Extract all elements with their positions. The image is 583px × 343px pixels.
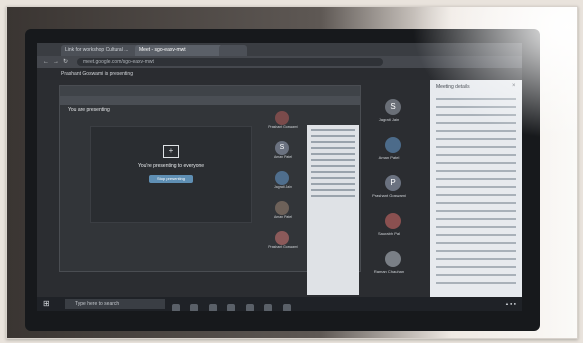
- file-explorer-icon[interactable]: [208, 304, 217, 311]
- task-view-icon[interactable]: [172, 304, 180, 311]
- store-icon[interactable]: [227, 304, 236, 311]
- participant-tile[interactable]: Aman Patel: [369, 137, 419, 177]
- participant-name: Prashant Goswami: [372, 193, 406, 198]
- browser-tab-strip: Link for workshop Cultural ... Meet - sg…: [37, 43, 522, 56]
- app-icon[interactable]: [282, 304, 291, 311]
- present-screen-icon: +: [163, 145, 179, 158]
- participant-strip: S Jagrati Jain Aman Patel P Prashant Gos…: [369, 99, 419, 299]
- participant-tile[interactable]: Raman Chauhan: [369, 251, 419, 291]
- avatar: P: [385, 175, 401, 191]
- participant-tile[interactable]: Jagrati Jain: [263, 171, 303, 191]
- participant-tile[interactable]: S Aman Patel: [263, 141, 303, 161]
- laptop-screen: Link for workshop Cultural ... Meet - sg…: [37, 43, 522, 311]
- avatar: [275, 201, 289, 215]
- participant-tile[interactable]: Prashant Goswami: [263, 231, 303, 251]
- system-tray: ▲ ● ●: [504, 301, 516, 306]
- participant-name: Raman Chauhan: [373, 269, 405, 274]
- browser-tab-active[interactable]: Meet - sgo-eaxv-mwt: [135, 45, 223, 56]
- participant-tile[interactable]: Prashant Goswami: [263, 111, 303, 131]
- presenting-to-everyone-text: You're presenting to everyone: [137, 163, 205, 169]
- avatar: [385, 213, 401, 229]
- panel-content-lines: [430, 80, 522, 284]
- participant-name: Saurabh Pal: [377, 231, 400, 236]
- participant-name: Prashant Goswami: [268, 245, 298, 249]
- participant-tile[interactable]: S Jagrati Jain: [369, 99, 419, 139]
- participant-name: Aman Patel: [273, 215, 293, 219]
- participant-name: Jagrati Jain: [378, 117, 400, 122]
- chat-message-lines: [307, 129, 359, 197]
- windows-start-icon[interactable]: ⊞: [43, 299, 53, 309]
- participant-tile[interactable]: Saurabh Pal: [369, 213, 419, 253]
- chrome-icon[interactable]: [264, 304, 273, 311]
- inner-tab-strip: [60, 86, 360, 96]
- url-field[interactable]: meet.google.com/sgo-eaxv-mwt: [77, 58, 383, 66]
- avatar: [385, 137, 401, 153]
- panel-title: Meeting details: [436, 84, 470, 90]
- reload-icon[interactable]: ↻: [63, 58, 68, 66]
- avatar: S: [385, 99, 401, 115]
- participant-name: Jagrati Jain: [274, 185, 292, 189]
- taskbar-search-input[interactable]: Type here to search: [65, 299, 165, 309]
- participant-strip-inner: Prashant Goswami S Aman Patel Jagrati Ja…: [263, 111, 303, 311]
- edge-icon[interactable]: [190, 304, 199, 311]
- presentation-tile: + You're presenting to everyone Stop pre…: [90, 126, 252, 223]
- avatar: [385, 251, 401, 267]
- mail-icon[interactable]: [245, 304, 254, 311]
- presenting-banner: Prashant Goswami is presenting: [37, 68, 522, 80]
- participant-name: Prashant Goswami: [268, 125, 298, 129]
- photo-frame: Link for workshop Cultural ... Meet - sg…: [6, 6, 578, 339]
- participant-name: Aman Patel: [378, 155, 400, 160]
- meeting-details-panel: Meeting details ×: [430, 80, 522, 298]
- taskbar-app-icons: [172, 299, 312, 311]
- close-icon[interactable]: ×: [512, 83, 516, 89]
- participant-tile[interactable]: P Prashant Goswami: [369, 175, 419, 215]
- browser-tab-new[interactable]: [219, 45, 247, 56]
- windows-taskbar: ⊞ Type here to search ▲ ● ●: [37, 297, 522, 311]
- avatar: [275, 171, 289, 185]
- back-icon[interactable]: ←: [43, 58, 49, 66]
- avatar: [275, 111, 289, 125]
- stop-presenting-button[interactable]: Stop presenting: [149, 175, 193, 183]
- inner-presenting-label: You are presenting: [68, 107, 110, 113]
- avatar: S: [275, 141, 289, 155]
- inner-chat-panel: [307, 125, 359, 295]
- participant-tile[interactable]: Aman Patel: [263, 201, 303, 221]
- inner-address-bar: [60, 96, 360, 105]
- forward-icon[interactable]: →: [53, 58, 59, 66]
- avatar: [275, 231, 289, 245]
- address-bar-area: ← → ↻ meet.google.com/sgo-eaxv-mwt: [37, 56, 522, 68]
- participant-name: Aman Patel: [273, 155, 293, 159]
- browser-tab[interactable]: Link for workshop Cultural ...: [61, 45, 139, 56]
